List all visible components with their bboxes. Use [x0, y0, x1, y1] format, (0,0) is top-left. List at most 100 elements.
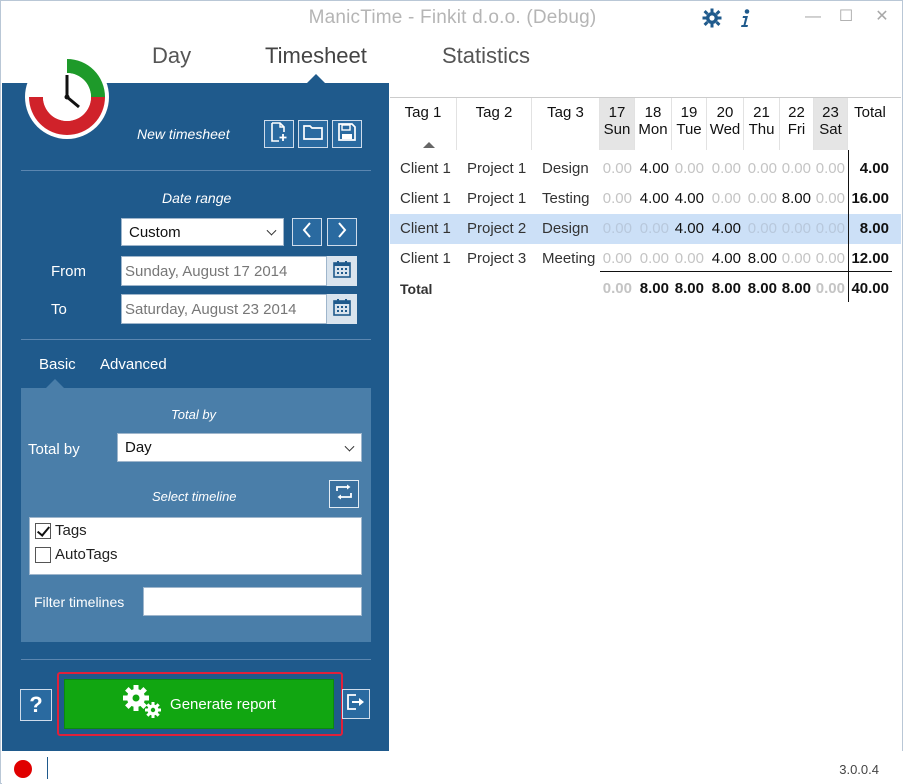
totals-row: Total 0.00 8.00 8.00 8.00 8.00 8.00 0.00 40.00 — [390, 274, 901, 304]
grid-header: Tag 1 Tag 2 Tag 3 17 Sun 18 Mon 19 Tue 2… — [390, 98, 901, 150]
autotags-checkbox[interactable] — [35, 546, 51, 563]
close-icon[interactable]: ✕ — [871, 7, 893, 27]
total-column-divider — [848, 150, 849, 302]
generate-report-button[interactable]: Generate report — [64, 679, 334, 729]
help-button[interactable]: ? — [20, 689, 52, 721]
tag-cell: Client 1 — [400, 190, 451, 207]
date-range-label: Date range — [162, 190, 232, 206]
table-row[interactable]: Client 1 Project 1 Testing 0.00 4.00 4.00 0.00… — [390, 184, 901, 214]
column-header-day[interactable]: 22 Fri — [780, 98, 814, 150]
table-row[interactable]: Client 1 Project 1 Design 0.00 4.00 0.00 0.00 0… — [390, 154, 901, 184]
day-name: Fri — [787, 121, 806, 138]
hours-cell: 0.00 — [781, 220, 811, 237]
column-header-tag2[interactable]: Tag 2 — [457, 98, 532, 150]
date-range-select[interactable]: Custom — [121, 218, 284, 246]
day-total-cell: 0.00 — [602, 280, 632, 297]
sort-ascending-icon — [423, 142, 435, 148]
record-indicator-icon[interactable] — [14, 760, 32, 778]
from-calendar-button[interactable] — [327, 256, 357, 286]
column-header-day[interactable]: 18 Mon — [635, 98, 672, 150]
column-header-label: Total — [854, 104, 886, 121]
column-header-tag1[interactable]: Tag 1 — [390, 98, 457, 150]
active-tab-indicator — [307, 74, 325, 83]
tab-advanced[interactable]: Advanced — [100, 356, 167, 373]
tag-cell: Meeting — [542, 250, 596, 267]
title-bar: ManicTime - Finkit d.o.o. (Debug) — ☐ ✕ — [1, 1, 902, 35]
generate-report-label: Generate report — [170, 695, 276, 713]
gears-icon — [122, 684, 164, 724]
select-timeline-header: Select timeline — [152, 489, 237, 504]
sidebar: New timesheet Date range Custom From Sun… — [2, 83, 389, 751]
column-header-day[interactable]: 21 Thu — [744, 98, 780, 150]
tag-cell: Project 1 — [467, 160, 527, 177]
refresh-icon — [334, 484, 354, 505]
hours-cell: 0.00 — [781, 250, 811, 267]
previous-range-button[interactable] — [292, 218, 322, 246]
column-header-day[interactable]: 17 Sun — [600, 98, 635, 150]
tag-cell: Design — [542, 160, 589, 177]
tag-cell: Project 3 — [467, 250, 527, 267]
next-range-button[interactable] — [327, 218, 357, 246]
column-header-day[interactable]: 20 Wed — [707, 98, 744, 150]
day-name: Sun — [603, 121, 631, 138]
column-header-day[interactable]: 23 Sat — [814, 98, 848, 150]
tag-cell: Design — [542, 220, 589, 237]
timeline-item-tags[interactable]: Tags — [35, 522, 87, 539]
hours-cell: 0.00 — [815, 190, 845, 207]
minimize-icon[interactable]: — — [802, 7, 824, 27]
tab-timesheet[interactable]: Timesheet — [265, 43, 367, 69]
row-total-cell: 12.00 — [851, 250, 889, 267]
row-total-cell: 8.00 — [859, 220, 889, 237]
hours-cell: 0.00 — [602, 160, 632, 177]
save-timesheet-button[interactable] — [332, 120, 362, 148]
timeline-label: Tags — [55, 522, 87, 539]
hours-cell: 0.00 — [602, 220, 632, 237]
date-range-value: Custom — [129, 223, 181, 241]
totals-label: Total — [400, 281, 433, 297]
hours-cell: 8.00 — [781, 190, 811, 207]
total-by-value: Day — [125, 439, 152, 456]
open-timesheet-button[interactable] — [298, 120, 328, 148]
column-header-day[interactable]: 19 Tue — [672, 98, 707, 150]
day-total-cell: 0.00 — [815, 280, 845, 297]
tab-day[interactable]: Day — [152, 43, 191, 69]
from-date-input[interactable]: Sunday, August 17 2014 — [121, 256, 327, 286]
new-timesheet-button[interactable] — [264, 120, 294, 148]
settings-gear-icon[interactable] — [702, 8, 722, 28]
hours-cell: 4.00 — [639, 190, 669, 207]
filter-timelines-label: Filter timelines — [34, 594, 125, 610]
hours-cell: 0.00 — [639, 250, 669, 267]
info-icon[interactable] — [735, 8, 755, 28]
column-header-label: Tag 2 — [475, 104, 513, 121]
to-date-input[interactable]: Saturday, August 23 2014 — [121, 294, 327, 324]
new-file-icon — [270, 121, 288, 147]
refresh-timelines-button[interactable] — [329, 480, 359, 508]
total-by-header: Total by — [171, 407, 217, 422]
day-number: 18 — [644, 104, 662, 121]
day-number: 21 — [753, 104, 770, 121]
divider — [21, 339, 371, 340]
calendar-icon — [333, 260, 351, 283]
day-total-cell: 8.00 — [639, 280, 669, 297]
tag-cell: Client 1 — [400, 160, 451, 177]
day-number: 20 — [716, 104, 734, 121]
maximize-icon[interactable]: ☐ — [835, 7, 857, 27]
day-total-cell: 8.00 — [674, 280, 704, 297]
hours-cell: 4.00 — [674, 190, 704, 207]
tab-statistics[interactable]: Statistics — [442, 43, 530, 69]
tab-basic[interactable]: Basic — [39, 356, 76, 373]
filter-timelines-input[interactable] — [143, 587, 362, 616]
total-by-select[interactable]: Day — [117, 433, 362, 462]
table-row[interactable]: Client 1 Project 3 Meeting 0.00 0.00 0.00 4.00… — [390, 244, 901, 274]
hours-cell: 0.00 — [747, 160, 777, 177]
to-calendar-button[interactable] — [327, 294, 357, 324]
timeline-item-autotags[interactable]: AutoTags — [35, 546, 118, 563]
tags-checkbox[interactable] — [35, 522, 51, 539]
basic-options-panel: Total by Total by Day Select timeline Ta… — [21, 388, 371, 642]
chevron-left-icon — [301, 221, 313, 243]
table-row[interactable]: Client 1 Project 2 Design 0.00 0.00 4.00 4.00 0… — [390, 214, 901, 244]
column-header-tag3[interactable]: Tag 3 — [532, 98, 600, 150]
hours-cell: 4.00 — [711, 250, 741, 267]
export-button[interactable] — [342, 689, 370, 719]
column-header-total[interactable]: Total — [848, 98, 892, 150]
